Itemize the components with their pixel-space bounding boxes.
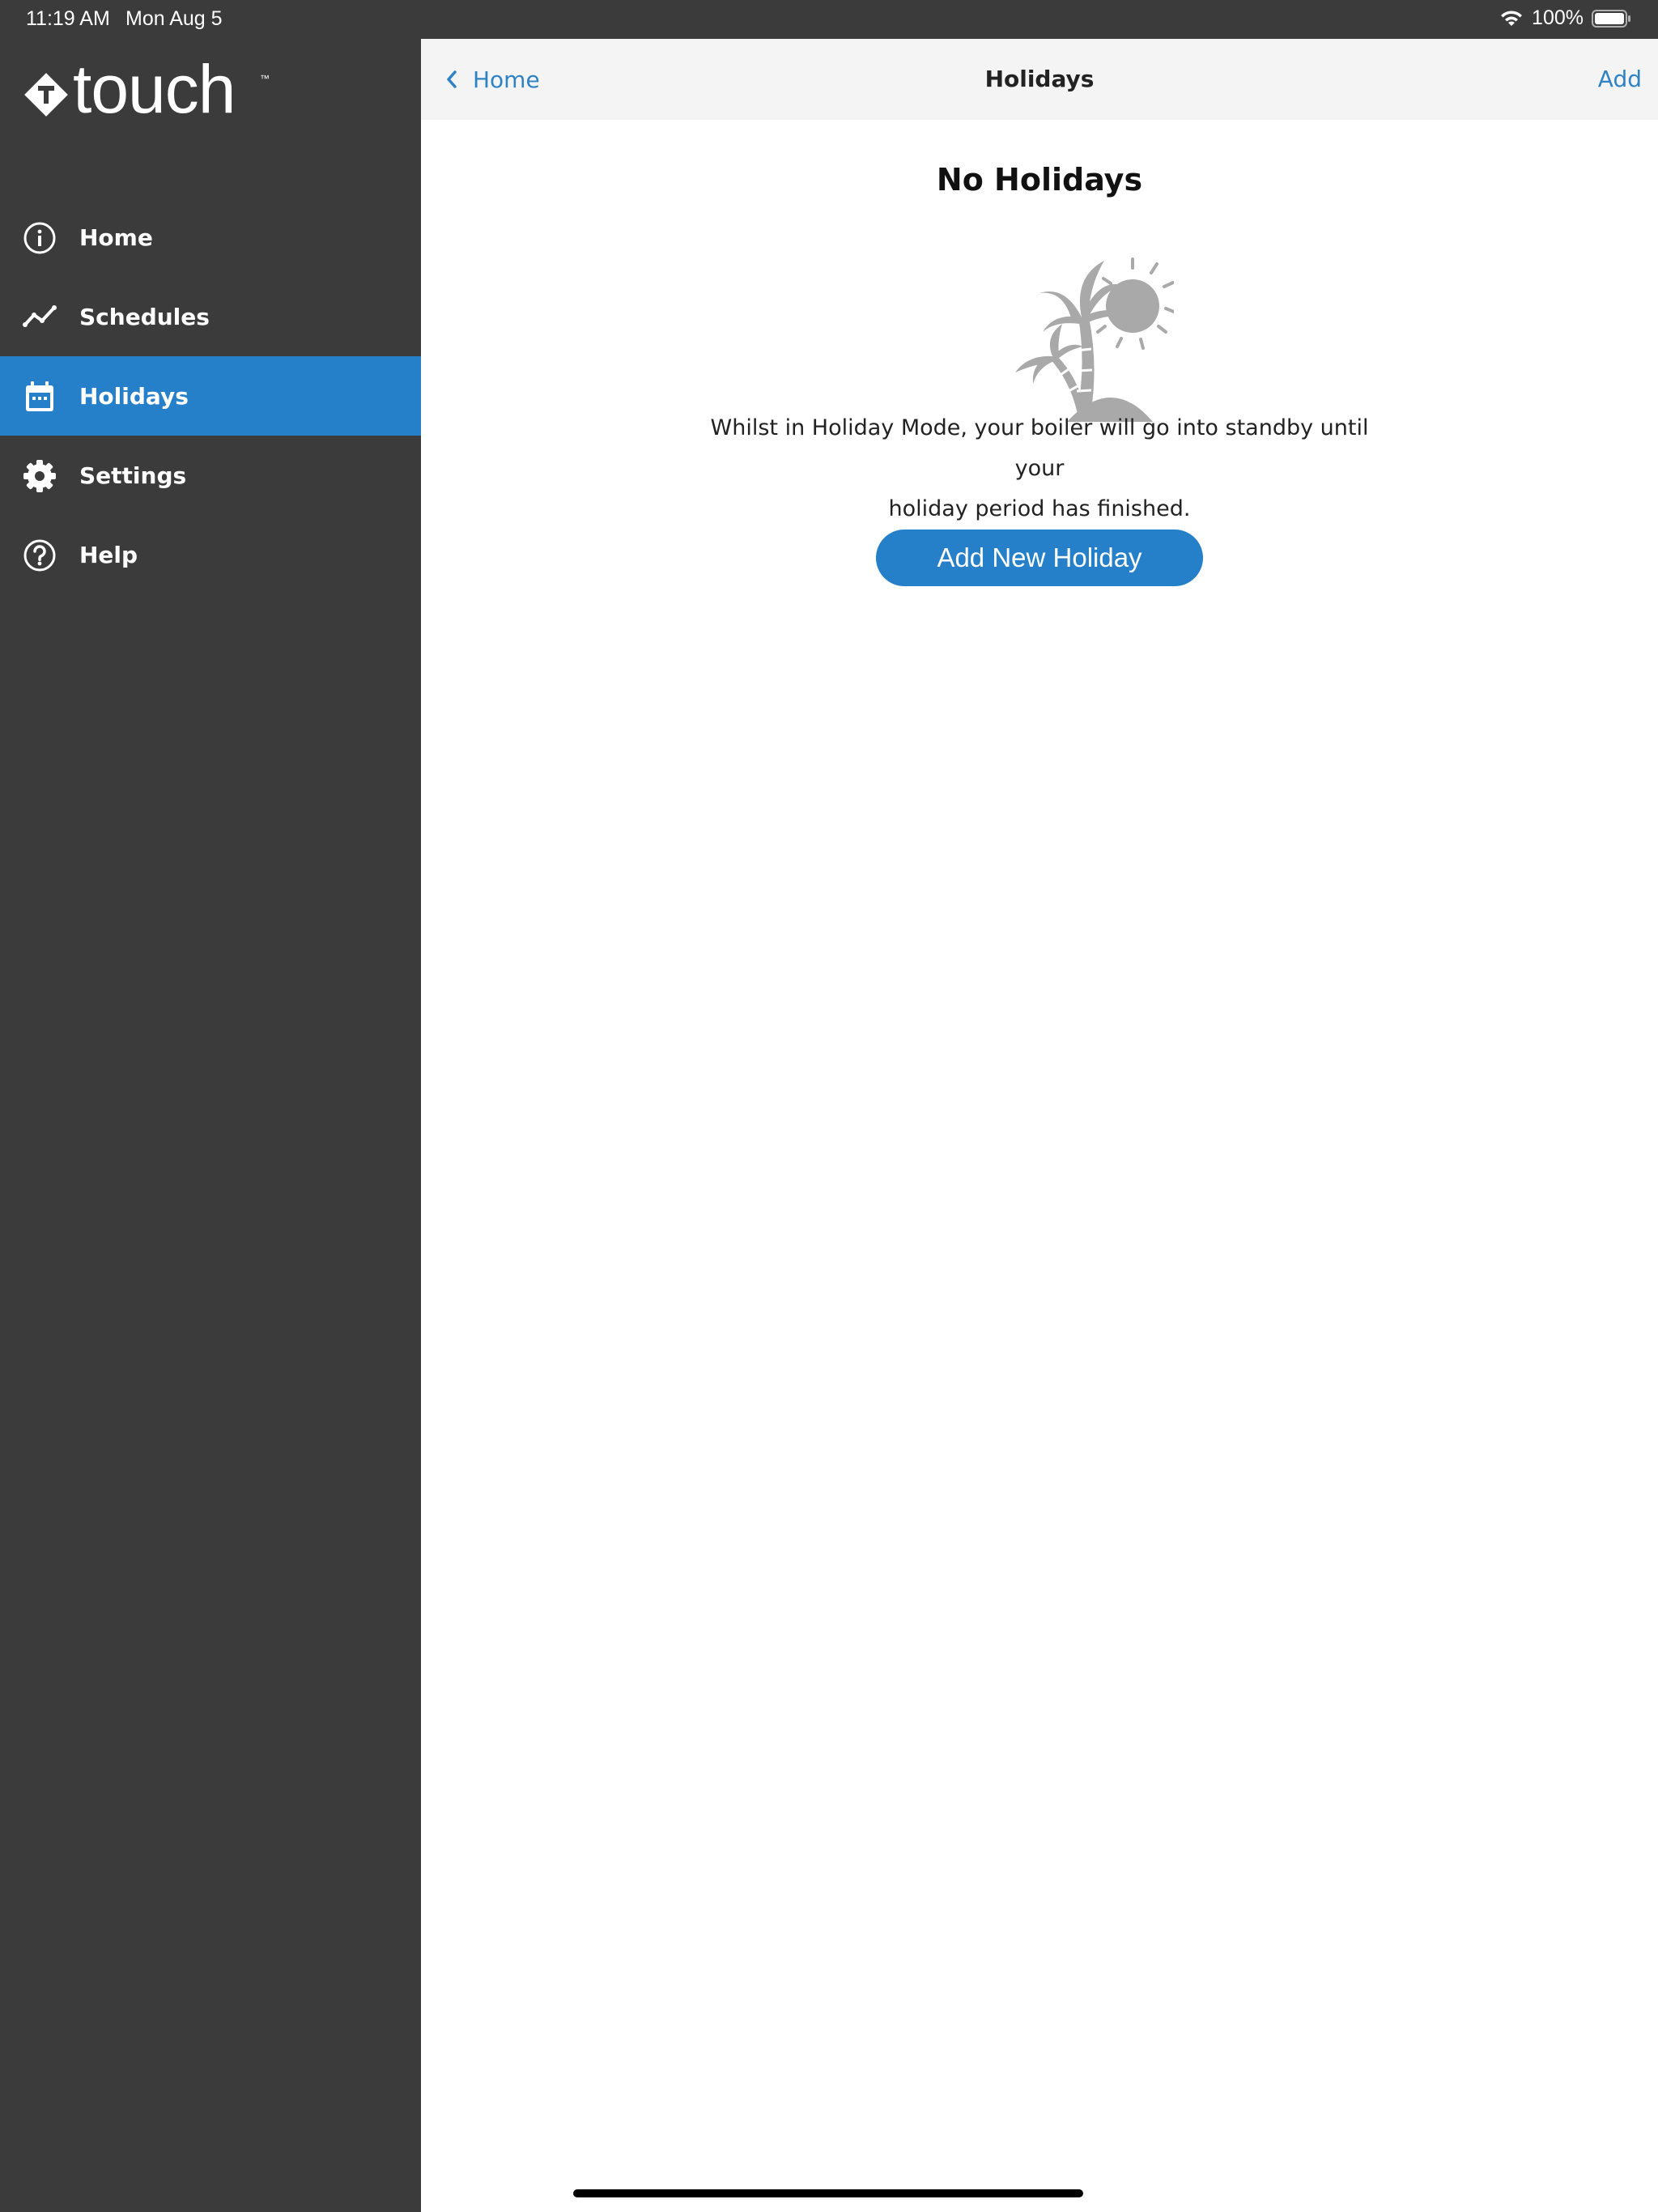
gear-icon: [23, 460, 56, 492]
page-title: Holidays: [984, 66, 1095, 92]
description-line-2: holiday period has finished.: [888, 496, 1191, 521]
status-date: Mon Aug 5: [125, 7, 223, 30]
status-indicators: 100%: [1499, 6, 1632, 30]
sidebar: touch ™ Home Schedules Holidays Settings…: [0, 39, 421, 2212]
main-content: Home Holidays Add No Holidays Whilst in …: [421, 39, 1658, 2212]
sidebar-item-schedules[interactable]: Schedules: [0, 277, 421, 356]
logo-trademark: ™: [260, 73, 270, 84]
navigation-bar: Home Holidays Add: [421, 39, 1658, 120]
empty-state-title: No Holidays: [936, 162, 1143, 198]
sidebar-item-label: Settings: [79, 462, 187, 489]
question-icon: [23, 539, 56, 572]
palm-tree-sun-icon: [1015, 257, 1174, 422]
sidebar-item-label: Help: [79, 542, 138, 568]
calendar-icon: [26, 381, 53, 411]
sidebar-item-home[interactable]: Home: [0, 198, 421, 277]
home-indicator[interactable]: [573, 2189, 1083, 2197]
battery-icon: [1592, 9, 1630, 28]
battery-percent: 100%: [1532, 6, 1584, 29]
add-new-holiday-button[interactable]: Add New Holiday: [876, 530, 1203, 586]
sidebar-item-label: Home: [79, 224, 153, 251]
empty-state-description: Whilst in Holiday Mode, your boiler will…: [699, 408, 1380, 530]
touch-logo: touch ™: [21, 55, 280, 133]
sidebar-item-settings[interactable]: Settings: [0, 436, 421, 515]
status-bar: 11:19 AM Mon Aug 5 100%: [0, 0, 1658, 39]
sidebar-item-help[interactable]: Help: [0, 515, 421, 594]
sidebar-item-label: Schedules: [79, 304, 210, 330]
sidebar-item-label: Holidays: [79, 383, 189, 410]
diamond-t-logo-icon: [24, 73, 68, 117]
status-time: 11:19 AM: [26, 7, 110, 30]
wifi-icon: [1501, 10, 1523, 26]
add-button[interactable]: Add: [1598, 66, 1642, 92]
description-line-1: Whilst in Holiday Mode, your boiler will…: [710, 415, 1369, 481]
logo-text: touch: [73, 51, 236, 127]
info-icon: [23, 222, 56, 254]
trend-icon: [23, 305, 57, 327]
sidebar-nav: Home Schedules Holidays Settings Help: [0, 198, 421, 594]
sidebar-item-holidays[interactable]: Holidays: [0, 356, 421, 436]
